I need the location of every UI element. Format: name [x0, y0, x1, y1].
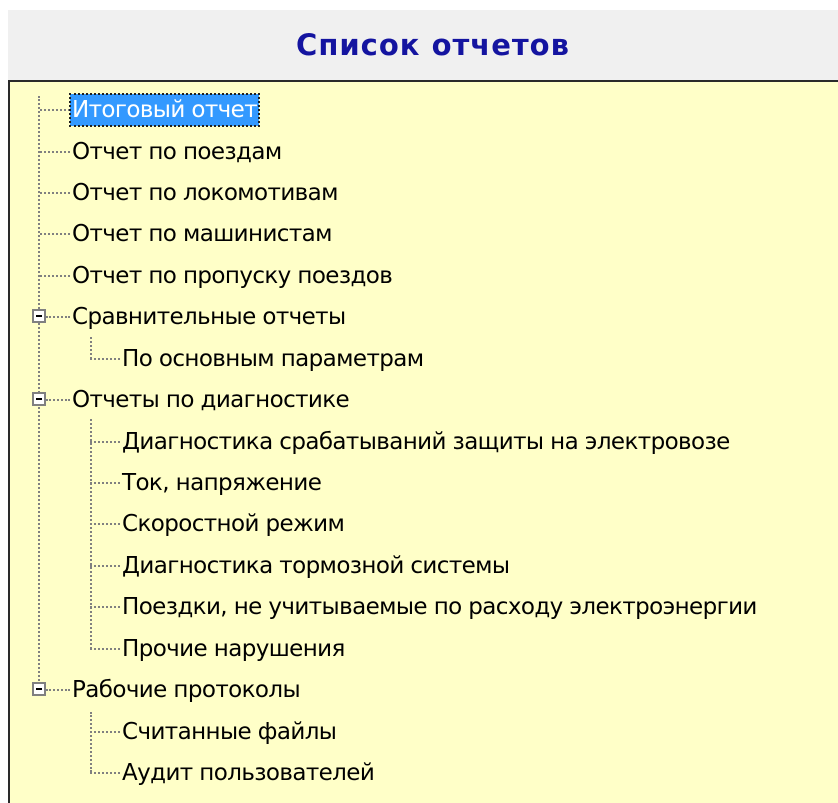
tree-line — [40, 109, 70, 111]
tree-item-label: Скоростной режим — [122, 511, 345, 537]
report-tree[interactable]: Итоговый отчет Отчет по поездам Отчет по… — [8, 80, 838, 803]
tree-line — [90, 772, 120, 774]
tree-line — [46, 399, 70, 401]
tree-item-otchet-po-poezdam[interactable]: Отчет по поездам — [70, 136, 284, 168]
tree-line — [40, 151, 70, 153]
tree-item-otchet-po-lokomotivam[interactable]: Отчет по локомотивам — [70, 177, 340, 209]
tree-item-label: Поездки, не учитываемые по расходу элект… — [122, 594, 757, 620]
tree-line — [90, 523, 120, 525]
tree-item-tok-napryazhenie[interactable]: Ток, напряжение — [120, 467, 323, 499]
tree-item-label: Отчет по пропуску поездов — [72, 263, 393, 289]
tree-item-otchety-po-diagnostike[interactable]: Отчеты по диагностике — [70, 384, 351, 416]
tree-item-label: Диагностика срабатываний защиты на элект… — [122, 429, 730, 455]
tree-line — [40, 192, 70, 194]
tree-line — [90, 712, 92, 772]
tree-item-label: Прочие нарушения — [122, 636, 345, 662]
tree-item-label: По основным параметрам — [122, 346, 424, 372]
collapse-minus-icon[interactable] — [32, 309, 46, 323]
tree-item-audit-polzovatelei[interactable]: Аудит пользователей — [120, 757, 376, 789]
tree-line — [90, 648, 120, 650]
tree-item-diagnostika-tormoznoi-sistemy[interactable]: Диагностика тормозной системы — [120, 550, 511, 582]
tree-item-label: Рабочие протоколы — [72, 677, 301, 703]
tree-item-label: Диагностика тормозной системы — [122, 553, 510, 579]
tree-line — [90, 565, 120, 567]
panel-header: Список отчетов — [8, 10, 838, 80]
tree-item-label: Ток, напряжение — [122, 470, 322, 496]
tree-line — [90, 337, 92, 359]
collapse-minus-icon[interactable] — [32, 392, 46, 406]
tree-item-label: Считанные файлы — [122, 719, 337, 745]
tree-item-label: Аудит пользователей — [122, 760, 375, 786]
tree-item-label: Отчет по машинистам — [72, 221, 332, 247]
tree-item-rabochie-protokoly[interactable]: Рабочие протоколы — [70, 674, 302, 706]
tree-item-skorostnoi-rezhim[interactable]: Скоростной режим — [120, 508, 346, 540]
tree-line — [90, 358, 120, 360]
tree-item-label: Отчет по локомотивам — [72, 180, 338, 206]
tree-item-schitannye-faily[interactable]: Считанные файлы — [120, 716, 338, 748]
tree-item-label: Отчеты по диагностике — [72, 387, 350, 413]
tree-item-otchet-po-mashinistam[interactable]: Отчет по машинистам — [70, 218, 334, 250]
tree-item-poezdki-ne-uchityvaemye[interactable]: Поездки, не учитываемые по расходу элект… — [120, 591, 759, 623]
tree-line — [90, 482, 120, 484]
collapse-minus-icon[interactable] — [32, 682, 46, 696]
tree-item-itogovyi-otchet[interactable]: Итоговый отчет — [68, 93, 261, 127]
tree-line — [46, 316, 70, 318]
tree-item-po-osnovnym-parametram[interactable]: По основным параметрам — [120, 343, 426, 375]
tree-line — [40, 275, 70, 277]
tree-item-sravnitelnye-otchety[interactable]: Сравнительные отчеты — [70, 301, 348, 333]
tree-item-label: Сравнительные отчеты — [72, 304, 346, 330]
tree-item-label: Итоговый отчет — [68, 93, 261, 127]
tree-line — [46, 689, 70, 691]
panel-title: Список отчетов — [296, 28, 570, 62]
tree-item-diagnostika-zashchity[interactable]: Диагностика срабатываний защиты на элект… — [120, 426, 732, 458]
tree-item-prochie-narusheniya[interactable]: Прочие нарушения — [120, 633, 347, 665]
tree-line — [90, 731, 120, 733]
report-list-panel: Список отчетов Итоговый отчет Отчет по п… — [8, 0, 838, 803]
tree-line — [40, 233, 70, 235]
tree-line — [90, 441, 120, 443]
tree-line — [90, 606, 120, 608]
tree-item-otchet-po-propusku-poezdov[interactable]: Отчет по пропуску поездов — [70, 260, 394, 292]
tree-item-label: Отчет по поездам — [72, 139, 282, 165]
tree-line — [90, 419, 92, 649]
